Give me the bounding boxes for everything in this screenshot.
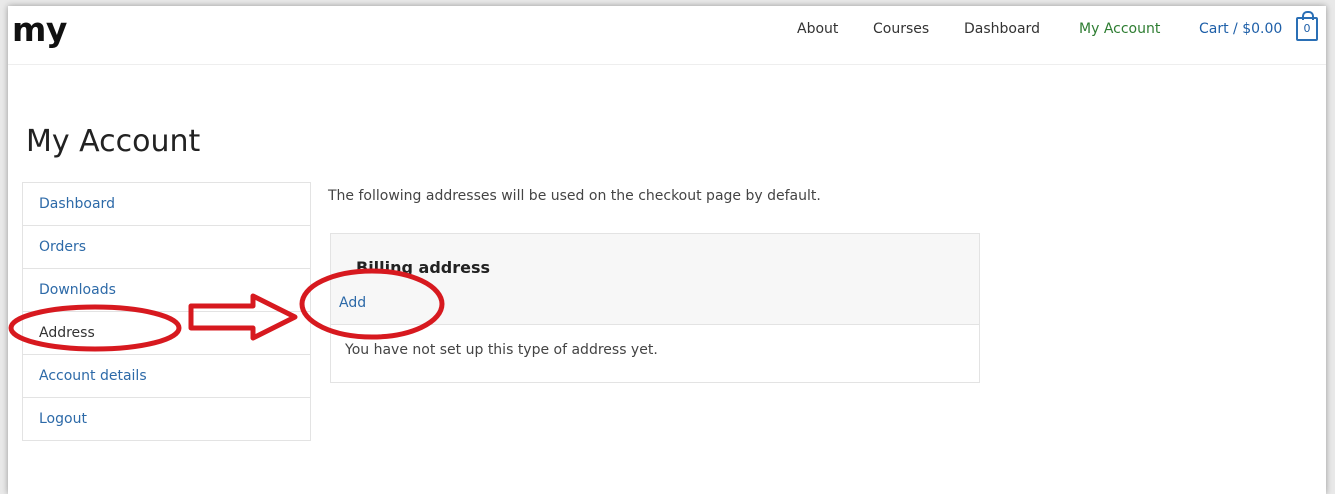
cart-count: 0 xyxy=(1303,22,1311,35)
nav-item-about[interactable]: About xyxy=(797,19,838,39)
nav-item-my-account[interactable]: My Account xyxy=(1079,19,1160,39)
sidebar-item-downloads[interactable]: Downloads xyxy=(23,269,310,312)
sidebar-item-logout[interactable]: Logout xyxy=(23,398,310,440)
site-header: my About Courses Dashboard My Account Ca… xyxy=(8,6,1326,65)
cart-icon[interactable]: 0 xyxy=(1296,11,1318,41)
billing-address-empty-text: You have not set up this type of address… xyxy=(345,342,658,358)
billing-address-card: Billing address Add You have not set up … xyxy=(330,233,980,383)
nav-item-courses[interactable]: Courses xyxy=(873,19,929,39)
page-title: My Account xyxy=(26,124,201,159)
sidebar-item-orders[interactable]: Orders xyxy=(23,226,310,269)
main-nav: About Courses Dashboard My Account Cart … xyxy=(8,11,1326,49)
cart-link[interactable]: Cart / $0.00 xyxy=(1199,19,1282,39)
sidebar-item-account-details[interactable]: Account details xyxy=(23,355,310,398)
sidebar-item-dashboard[interactable]: Dashboard xyxy=(23,183,310,226)
billing-address-title: Billing address xyxy=(356,258,491,277)
sidebar-item-address[interactable]: Address xyxy=(23,312,310,355)
billing-address-header: Billing address Add xyxy=(331,234,979,325)
browser-frame: my About Courses Dashboard My Account Ca… xyxy=(8,6,1326,494)
add-billing-address-link[interactable]: Add xyxy=(339,295,366,311)
account-sidebar: Dashboard Orders Downloads Address Accou… xyxy=(22,182,311,441)
address-intro-text: The following addresses will be used on … xyxy=(328,188,821,204)
nav-item-dashboard[interactable]: Dashboard xyxy=(964,19,1040,39)
